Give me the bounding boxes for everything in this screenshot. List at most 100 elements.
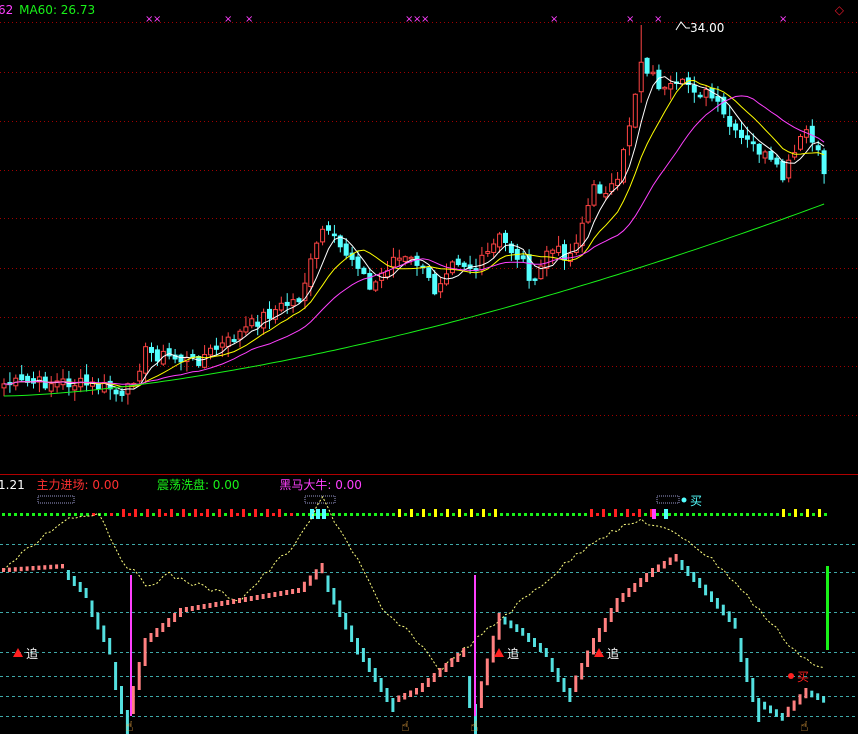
mai-label: 买 [797,670,809,684]
signal-tick [440,513,443,516]
histogram-bar [367,658,371,672]
signal-tick [56,513,59,516]
candle-body [196,356,202,366]
histogram-bar [621,593,625,602]
candle-body [626,125,632,147]
candle-body [208,347,213,356]
histogram-bar [149,633,153,642]
signal-tick [626,509,629,517]
ma5-line [3,76,825,391]
histogram-bar [161,623,165,632]
candle-body [650,71,656,75]
signal-tick [362,513,365,516]
signal-tick [710,513,713,516]
signal-tick [572,513,575,516]
high-marker-icon [675,21,690,31]
candle-body [556,245,562,254]
histogram-bar [497,613,501,640]
histogram-bar [597,628,601,642]
histogram-bar [356,638,359,655]
candle-body [202,354,208,368]
signal-tick [524,513,527,516]
histogram-bar [31,566,35,571]
candle-body [249,318,255,327]
candle-body [314,242,320,259]
zhui-label: 追 [607,646,619,661]
histogram-bar [592,638,595,655]
kline-chart-area[interactable]: × × × × × × × × × × × 34.00 追追追买买☝ ☝ ☝ ☝ [0,0,858,734]
signal-tick [782,509,785,517]
candle-body [237,330,243,340]
histogram-bar [574,675,578,692]
histogram-bar [291,589,295,594]
signal-tick [296,513,299,516]
ma60-legend: MA60: 26.73 [19,3,96,17]
histogram-bar [651,568,654,577]
signal-tick [446,509,449,517]
signal-tick [488,513,491,516]
candle-body [591,184,597,206]
histogram-bar [238,598,241,603]
signal-tick [590,509,593,517]
signal-tick [104,513,107,516]
signal-block [316,509,320,519]
candle-body [367,272,373,290]
signal-tick [614,509,617,517]
signal-tick [200,513,203,516]
signal-tick [170,509,173,517]
histogram-bar [66,570,70,580]
x-mark-icon: × [245,14,253,25]
candle-body [343,243,349,256]
signal-tick [428,513,431,516]
signal-tick [530,513,533,516]
signal-tick [260,513,263,516]
signal-tick [608,513,611,516]
signal-tick [464,513,467,516]
signal-tick [8,513,11,516]
histogram-bar [350,625,354,642]
signal-tick [752,513,755,516]
candle-body [774,157,780,165]
signal-tick [290,513,293,516]
histogram-bar [13,567,17,572]
histogram-bar [361,648,365,662]
signal-box [304,495,336,504]
histogram-bar [527,633,531,642]
histogram-bar [114,662,118,690]
histogram-bar [639,578,643,587]
histogram-bar [586,650,590,667]
signal-tick [128,513,131,516]
signal-tick [152,513,155,516]
histogram-bar [444,663,448,672]
histogram-bar [763,701,767,710]
signal-tick [800,513,803,516]
candle-body [267,308,272,319]
histogram-bar [314,569,318,580]
histogram-bar [515,624,519,632]
candle-body [491,243,497,253]
candle-body [402,256,408,262]
histogram-bar [279,591,283,596]
signal-tick [734,513,737,516]
histogram-bar [120,686,123,714]
histogram-bar [432,673,436,682]
signal-tick [344,513,347,516]
candle-body [532,278,538,281]
signal-tick [32,513,35,516]
histogram-bar [674,554,678,562]
histogram-bar [61,564,64,569]
signal-tick [146,509,149,517]
candle-body [739,129,744,138]
candle-body [438,283,444,293]
histogram-bar [603,618,607,632]
signal-tick [80,513,83,516]
candle-body [638,61,644,93]
candle-body [603,193,609,198]
signal-tick [794,509,797,517]
signal-bar-row [2,495,827,519]
diamond-icon[interactable]: ◇ [835,3,844,17]
histogram-bar [167,618,171,627]
histogram-bar [792,700,796,711]
histogram-bar [344,613,348,630]
hand-pointer-icon: ☝ [401,719,410,734]
